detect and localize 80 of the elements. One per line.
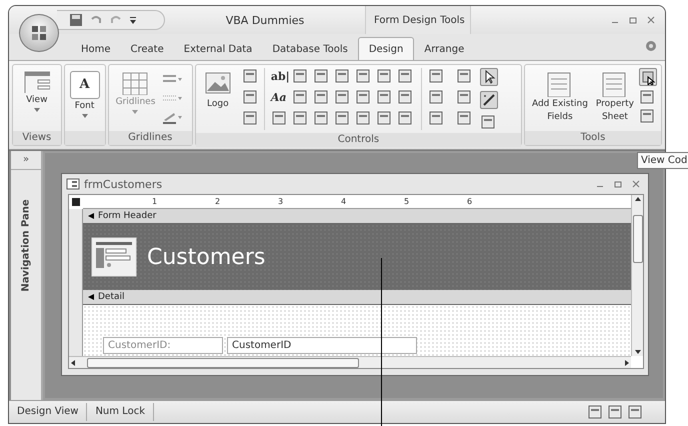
ruler-number: 1 [150, 197, 158, 206]
field-label[interactable]: CustomerID: [103, 337, 223, 354]
form-icon[interactable] [66, 178, 80, 190]
ruler-number: 6 [466, 197, 474, 206]
group-label: Tools [524, 131, 661, 145]
control-tool-icon[interactable] [376, 68, 392, 84]
label-tool[interactable]: Aa [270, 89, 287, 105]
section-bar[interactable]: Detail [83, 290, 631, 305]
font-button[interactable]: A Font [66, 68, 103, 122]
control-tool-icon[interactable] [292, 110, 308, 126]
control-tool-icon[interactable] [396, 89, 413, 105]
group-label: Controls [196, 133, 521, 147]
dropdown-icon[interactable] [129, 15, 137, 25]
caret-icon[interactable] [32, 107, 41, 113]
logo-button[interactable]: Logo [200, 68, 236, 113]
text-box-tool[interactable]: ab| [270, 68, 287, 84]
ruler-number: 4 [340, 197, 348, 206]
section-bar[interactable]: Form Header [83, 209, 631, 224]
control-tool-icon[interactable] [396, 68, 413, 84]
form-header-title[interactable]: Customers [147, 244, 266, 270]
close-icon[interactable] [632, 180, 640, 188]
maximize-icon[interactable] [629, 16, 637, 24]
caret-icon[interactable] [80, 113, 89, 119]
help-icon[interactable] [645, 40, 657, 52]
caret-icon[interactable] [131, 109, 140, 115]
group-label-strip [64, 131, 105, 145]
scroll-up-icon[interactable] [634, 195, 642, 203]
ribbon-tab[interactable]: External Data [174, 38, 262, 60]
control-tool-icon[interactable] [312, 110, 329, 126]
control-tool-icon[interactable] [354, 89, 371, 105]
ruler-number: 5 [402, 197, 410, 206]
control-tool-icon[interactable] [376, 89, 392, 105]
control-tool-icon[interactable] [292, 89, 308, 105]
grid-icon[interactable] [120, 71, 150, 95]
scroll-down-icon[interactable] [634, 348, 642, 356]
scroll-thumb[interactable] [87, 358, 359, 368]
ribbon-tab[interactable]: Design [358, 37, 414, 60]
text-box[interactable]: CustomerID [227, 337, 417, 354]
navigation-pane-label: Navigation Pane [20, 199, 32, 292]
control-tool-icon[interactable] [396, 110, 413, 126]
control-tool-icon[interactable] [354, 110, 371, 126]
group-label: Views [13, 131, 61, 145]
context-tab-title: Form Design Tools [374, 14, 465, 26]
scroll-thumb[interactable] [632, 215, 642, 263]
ribbon-tab[interactable]: Home [71, 38, 121, 60]
control-tool-icon[interactable] [292, 68, 308, 84]
group-label: Gridlines [108, 131, 192, 145]
form-window-title: frmCustomers [84, 178, 162, 190]
status-item: Design View [9, 403, 88, 421]
window-title: VBA Dummies [224, 14, 306, 26]
section-label: Detail [98, 292, 125, 302]
control-tool-icon[interactable] [270, 110, 287, 126]
scroll-right-icon[interactable] [623, 358, 631, 366]
scroll-left-icon[interactable] [69, 358, 77, 366]
view-button[interactable]: View [20, 68, 53, 116]
expand-toggle[interactable]: » [11, 151, 41, 170]
close-icon[interactable] [647, 16, 655, 24]
ribbon-tab[interactable]: Database Tools [262, 38, 358, 60]
control-tool-icon[interactable] [334, 110, 350, 126]
maximize-icon[interactable] [614, 180, 622, 188]
office-logo-icon[interactable] [30, 24, 48, 42]
control-tool-icon[interactable] [312, 68, 329, 84]
control-tool-icon[interactable] [354, 68, 371, 84]
section-marker-icon[interactable] [87, 293, 95, 301]
control-tool-icon[interactable] [376, 110, 392, 126]
section-label: Form Header [98, 211, 156, 221]
add-existing-fields-button[interactable]: Add Existing Fields [528, 68, 591, 126]
tooltip: View Cod [637, 152, 688, 169]
ribbon-tab[interactable]: Arrange [414, 38, 474, 60]
form-logo-icon[interactable] [91, 237, 137, 277]
control-tool-icon[interactable] [334, 68, 350, 84]
section-marker-icon[interactable] [87, 212, 95, 220]
control-tool-icon[interactable] [312, 89, 329, 105]
save-icon[interactable] [69, 13, 83, 27]
property-sheet-button[interactable]: Property Sheet [592, 68, 637, 126]
ruler-number: 3 [276, 197, 284, 206]
ruler-number: 2 [214, 197, 222, 206]
ribbon-tab[interactable]: Create [120, 38, 174, 60]
status-item: Num Lock [87, 403, 154, 421]
control-tool-icon[interactable] [334, 89, 350, 105]
